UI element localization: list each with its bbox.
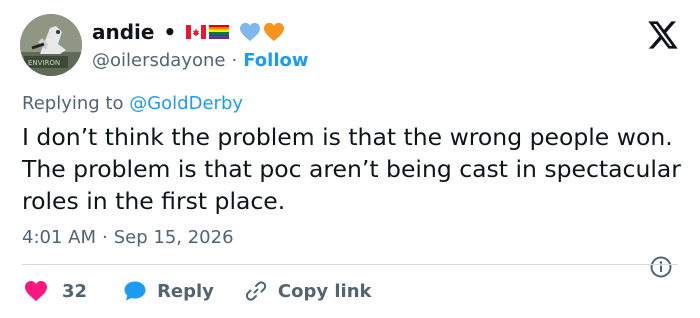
orange-heart-icon (264, 22, 285, 42)
action-bar: 32 Reply Copy link (24, 279, 372, 303)
reply-button[interactable]: Reply (123, 280, 214, 302)
tweet-time: 4:01 AM (22, 227, 96, 248)
link-icon (245, 281, 267, 301)
pride-flag-icon (209, 25, 230, 39)
name-dot: • (163, 20, 177, 44)
like-count: 32 (62, 280, 88, 302)
tweet-text: I don’t think the problem is that the wr… (22, 123, 681, 215)
reply-label: Reply (157, 280, 214, 302)
canada-flag-icon (186, 25, 207, 39)
avatar[interactable]: ENVIRON (20, 14, 82, 76)
info-icon[interactable] (650, 256, 672, 278)
svg-text:ENVIRON: ENVIRON (28, 59, 60, 67)
author-name[interactable]: andie (92, 20, 154, 44)
handle-row: @oilersdayone · Follow (92, 48, 309, 72)
divider (22, 264, 678, 265)
tweet-timestamp[interactable]: 4:01 AM · Sep 15, 2026 (22, 227, 234, 248)
follow-button[interactable]: Follow (243, 50, 308, 71)
copy-link-label: Copy link (277, 280, 372, 302)
reply-context-prefix: Replying to (22, 93, 124, 114)
meta-separator: · (102, 227, 108, 248)
author-name-row: andie • (92, 18, 285, 46)
blue-heart-icon (240, 22, 261, 42)
tweet-date: Sep 15, 2026 (113, 227, 234, 248)
heart-icon (25, 281, 47, 301)
tweet-card: ENVIRON andie • @oilersdayone · Follow R… (0, 0, 700, 318)
handle-separator: · (231, 49, 238, 71)
reply-bubble-icon (124, 281, 146, 301)
like-button[interactable]: 32 (24, 280, 87, 302)
reply-context: Replying to @GoldDerby (22, 93, 243, 114)
x-logo-icon[interactable] (646, 20, 680, 50)
author-handle[interactable]: @oilersdayone (92, 50, 225, 71)
reply-mention-link[interactable]: @GoldDerby (129, 93, 243, 114)
copy-link-button[interactable]: Copy link (244, 279, 372, 303)
